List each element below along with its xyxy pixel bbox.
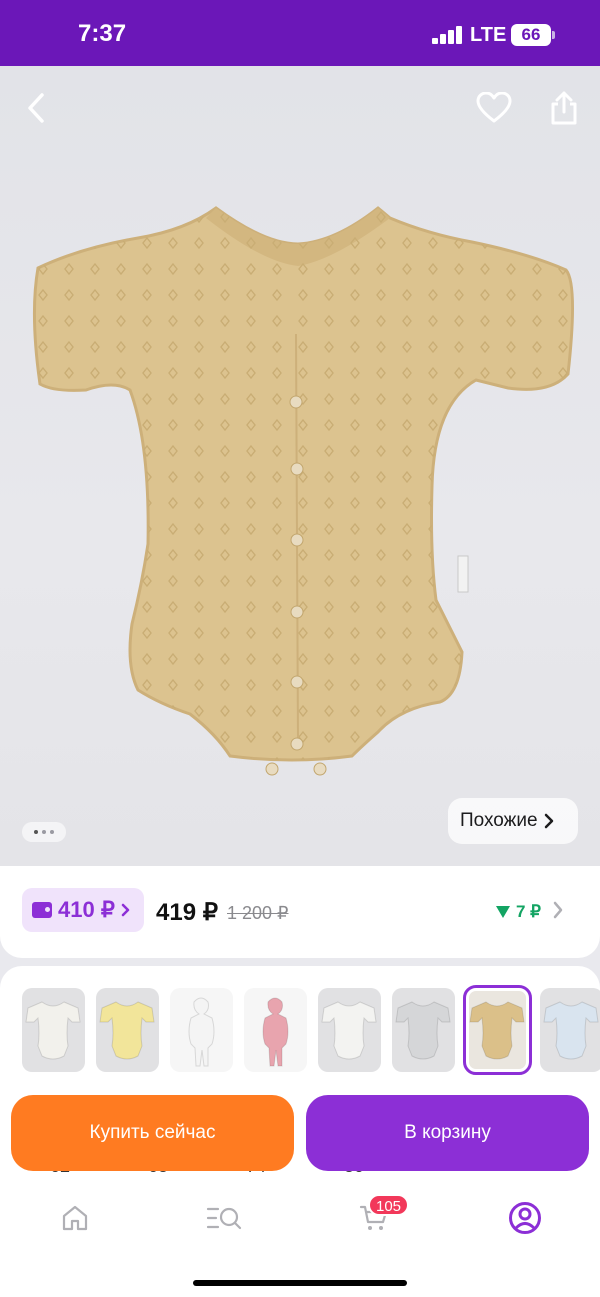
home-icon [62,1205,88,1231]
variant-thumbnail-white[interactable] [22,988,85,1072]
variant-image [25,1001,81,1060]
similar-label: Похожие [460,810,538,831]
share-button[interactable] [542,86,586,130]
cart-count-badge: 105 [368,1194,410,1216]
variant-thumbnail-grey[interactable] [392,988,455,1072]
network-label: LTE [470,24,507,46]
gallery-dot [42,830,46,834]
battery-tip [552,31,555,39]
price-value: 419 ₽ [156,899,218,926]
catalog-search-icon [206,1207,242,1230]
back-button[interactable] [14,86,58,130]
product-photo [32,206,575,776]
chevron-right-icon[interactable] [552,900,564,920]
variant-image [543,1001,599,1060]
buy-now-button[interactable]: Купить сейчас [11,1095,294,1171]
battery-icon: 66 [511,24,551,46]
gallery-dot [34,830,38,834]
bonus-points[interactable]: 7 ₽ [496,902,541,922]
bonus-value: 7 ₽ [516,902,541,921]
home-indicator[interactable] [193,1280,407,1286]
variant-image [99,1001,155,1060]
gallery-dot [50,830,54,834]
variant-image [395,1001,451,1060]
profile-icon [509,1202,541,1234]
wallet-icon [32,902,52,918]
arrow-down-icon [496,906,510,918]
variant-image [188,997,215,1067]
tab-catalog[interactable] [202,1196,246,1240]
heart-icon [476,92,512,123]
variant-thumbnail-pink-photo[interactable] [244,988,307,1072]
variant-thumbnail-light-blue[interactable] [540,988,600,1072]
tab-home[interactable] [53,1196,97,1240]
tab-profile[interactable] [503,1196,547,1240]
variant-thumbnail-white-2[interactable] [318,988,381,1072]
chevron-right-icon [121,903,130,917]
tab-bar: 105 [0,1182,600,1297]
variant-thumbnail-yellow[interactable] [96,988,159,1072]
product-image-gallery[interactable]: Похожие [0,66,600,866]
variant-image [321,1001,377,1060]
status-bar: 7:37 LTE 66 [0,0,600,66]
wallet-price-value: 410 ₽ [58,897,115,922]
signal-icon [432,26,464,44]
wallet-price-button[interactable]: 410 ₽ [22,888,144,932]
chevron-right-icon [544,813,553,829]
variant-image [469,1001,525,1060]
gallery-pagination [22,822,66,842]
variant-thumbnail-white-photo[interactable] [170,988,233,1072]
old-price-value: 1 200 ₽ [227,903,289,923]
share-icon [551,91,577,125]
price-card: 410 ₽ 419 ₽ 1 200 ₽ 7 ₽ [0,866,600,958]
variant-image [262,997,289,1067]
similar-products-button[interactable]: Похожие [448,798,578,844]
favorite-button[interactable] [472,86,516,130]
chevron-left-icon [28,93,44,123]
add-to-cart-button[interactable]: В корзину [306,1095,589,1171]
status-time: 7:37 [78,20,127,47]
variant-thumbnail-beige[interactable] [463,985,532,1075]
variant-thumbnails [22,985,600,1075]
